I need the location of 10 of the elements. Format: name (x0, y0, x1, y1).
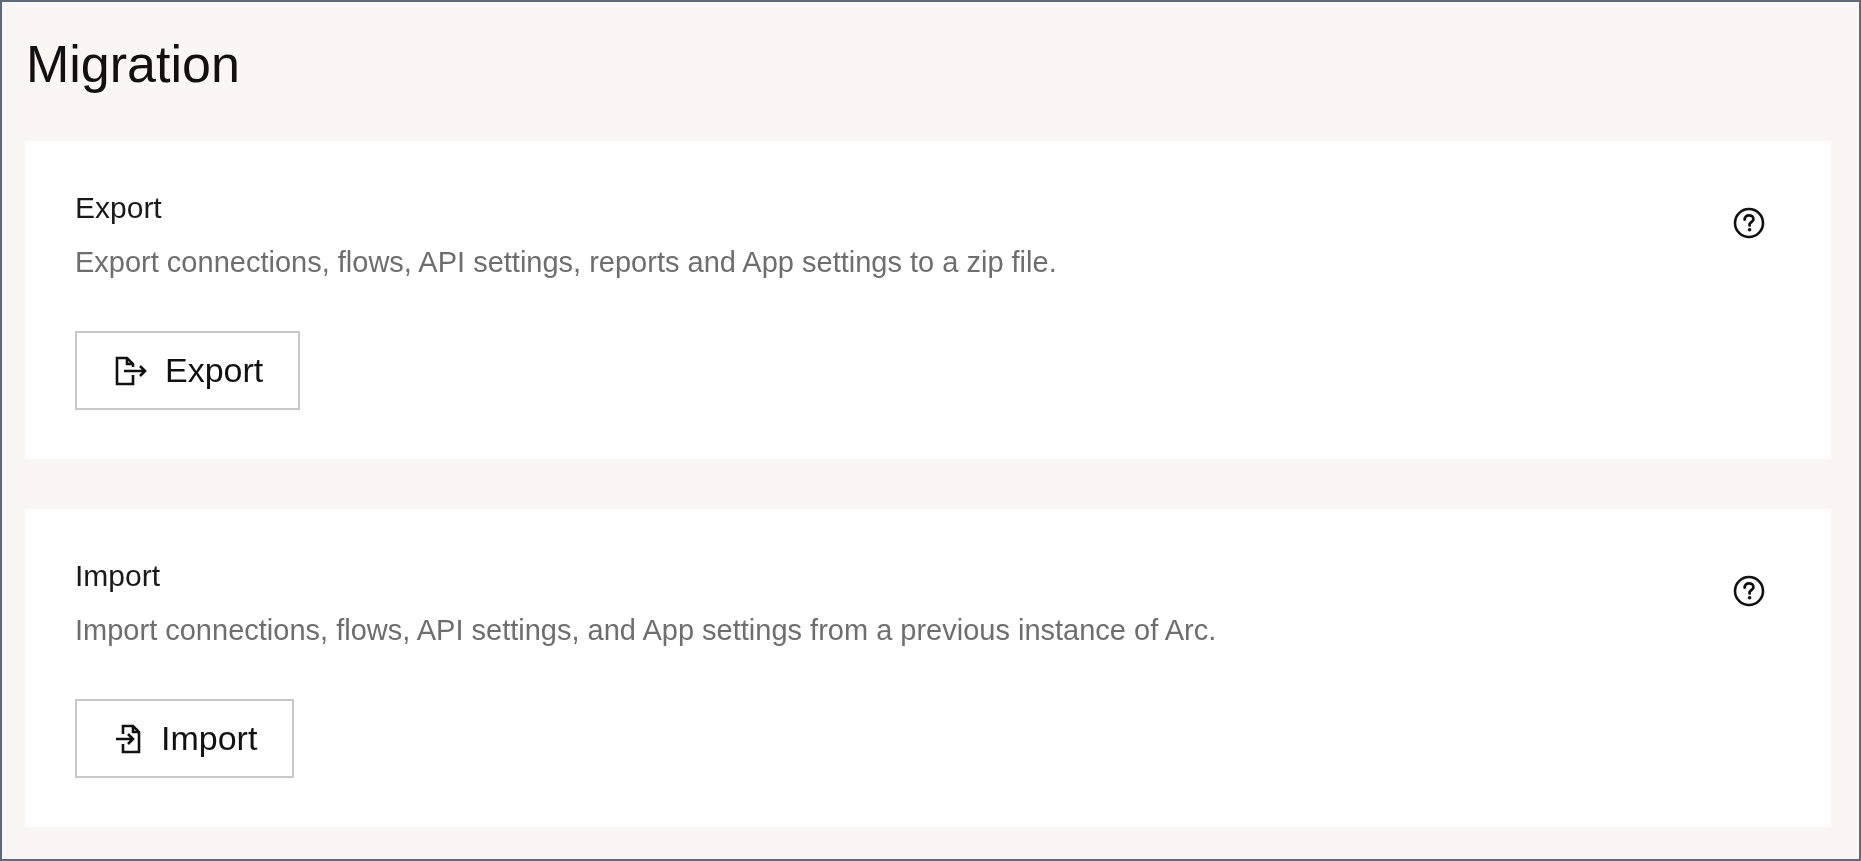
import-button[interactable]: Import (75, 699, 295, 778)
page-title: Migration (26, 34, 240, 94)
section-description: Import connections, flows, API settings, and App settings from a previous instance of Arc. (75, 613, 1217, 647)
section-heading: Export (75, 191, 162, 225)
help-icon[interactable] (1733, 575, 1765, 607)
section-description: Export connections, flows, API settings, reports and App settings to a zip file. (75, 245, 1057, 279)
section-heading: Import (75, 559, 161, 593)
help-icon[interactable] (1733, 207, 1765, 239)
export-button[interactable]: Export (75, 331, 301, 410)
document-arrow-out-icon (114, 355, 148, 386)
